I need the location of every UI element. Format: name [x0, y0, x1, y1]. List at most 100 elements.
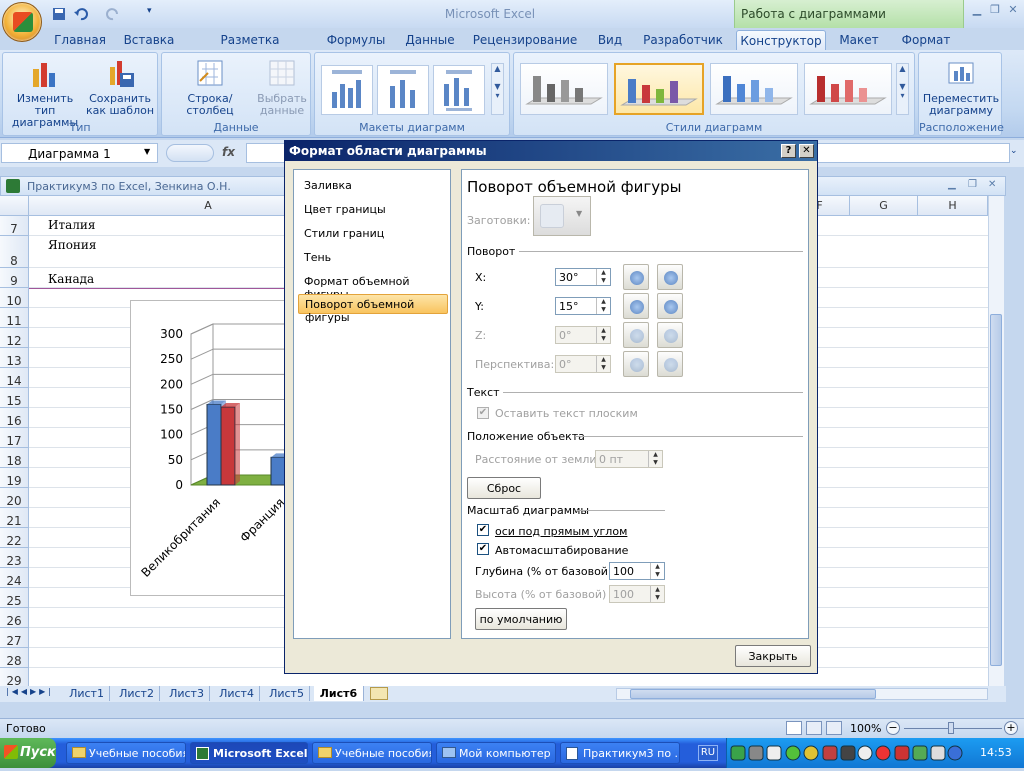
- rotate-down-icon[interactable]: [657, 293, 683, 319]
- layout-thumb-1[interactable]: [321, 65, 373, 115]
- tab-view[interactable]: Вид: [590, 30, 630, 50]
- tab-insert[interactable]: Вставка: [118, 30, 180, 50]
- perspective-input[interactable]: 0° ▲ ▼: [555, 355, 611, 373]
- insert-sheet-icon[interactable]: [370, 687, 388, 700]
- narrow-field-icon[interactable]: [623, 351, 649, 377]
- rotate-up-icon[interactable]: [623, 293, 649, 319]
- restore-icon[interactable]: ❐: [988, 3, 1002, 17]
- y-rotation-input[interactable]: 15° ▲ ▼: [555, 297, 611, 315]
- row-header[interactable]: 19: [0, 468, 29, 488]
- row-header[interactable]: 17: [0, 428, 29, 448]
- cell-a9[interactable]: Канада: [48, 272, 94, 286]
- rotate-ccw-icon[interactable]: [623, 322, 649, 348]
- row-header[interactable]: 20: [0, 488, 29, 508]
- rotate-cw-icon[interactable]: [657, 322, 683, 348]
- fx-icon[interactable]: fx: [222, 145, 242, 159]
- nav-border-styles[interactable]: Стили границ: [298, 224, 448, 244]
- name-box-dropdown-icon[interactable]: ▼: [144, 147, 150, 156]
- tab-format[interactable]: Формат: [896, 30, 956, 50]
- select-data-button[interactable]: Выбрать данные: [256, 57, 308, 117]
- column-header-h[interactable]: H: [918, 196, 988, 216]
- save-template-button[interactable]: Сохранить как шаблон: [85, 57, 155, 117]
- autoscale-checkbox[interactable]: ✔: [477, 543, 489, 555]
- wb-close-icon[interactable]: ✕: [988, 179, 996, 190]
- move-chart-button[interactable]: Переместить диаграмму: [921, 57, 1001, 117]
- rotate-left-icon[interactable]: [623, 264, 649, 290]
- nav-3d-format[interactable]: Формат объемной фигуры: [298, 272, 448, 301]
- row-header[interactable]: 10: [0, 288, 29, 308]
- nav-shadow[interactable]: Тень: [298, 248, 448, 268]
- spinner-arrows-icon[interactable]: ▲ ▼: [650, 586, 664, 602]
- save-icon[interactable]: [50, 5, 68, 21]
- reset-button[interactable]: Сброс: [467, 477, 541, 499]
- close-button[interactable]: Закрыть: [735, 645, 811, 667]
- rotate-right-icon[interactable]: [657, 264, 683, 290]
- help-icon[interactable]: ?: [781, 144, 796, 158]
- layout-thumb-2[interactable]: [377, 65, 429, 115]
- tab-developer[interactable]: Разработчик: [640, 30, 726, 50]
- tab-data[interactable]: Данные: [400, 30, 460, 50]
- sheet-nav-arrows-icon[interactable]: |◀◀▶▶|: [6, 687, 54, 696]
- row-header[interactable]: 26: [0, 608, 29, 628]
- row-header[interactable]: 18: [0, 448, 29, 468]
- row-header[interactable]: 16: [0, 408, 29, 428]
- row-header[interactable]: 29: [0, 668, 29, 688]
- layouts-scroll[interactable]: ▲ ▼ ▾: [491, 63, 504, 115]
- row-header[interactable]: 9: [0, 268, 29, 288]
- page-break-view-icon[interactable]: [826, 721, 842, 735]
- chart-style-multicolor[interactable]: [614, 63, 704, 115]
- horizontal-scroll-thumb[interactable]: [630, 689, 876, 699]
- sheet-tab-1[interactable]: Лист1: [64, 686, 110, 701]
- spinner-arrows-icon[interactable]: ▲ ▼: [596, 269, 610, 285]
- wb-minimize-icon[interactable]: ▁: [948, 179, 956, 190]
- row-header[interactable]: 21: [0, 508, 29, 528]
- tab-design[interactable]: Конструктор: [736, 30, 826, 50]
- nav-fill[interactable]: Заливка: [298, 176, 448, 196]
- close-icon[interactable]: ✕: [1006, 3, 1020, 17]
- sheet-tab-6[interactable]: Лист6: [314, 686, 364, 701]
- row-header[interactable]: 13: [0, 348, 29, 368]
- nav-3d-rotation[interactable]: Поворот объемной фигуры: [298, 294, 448, 324]
- x-rotation-input[interactable]: 30° ▲ ▼: [555, 268, 611, 286]
- row-header[interactable]: 23: [0, 548, 29, 568]
- tab-review[interactable]: Рецензирование: [470, 30, 580, 50]
- row-header[interactable]: 12: [0, 328, 29, 348]
- chart-style-blue[interactable]: [710, 63, 798, 115]
- row-header[interactable]: 24: [0, 568, 29, 588]
- presets-dropdown[interactable]: ▼: [533, 196, 591, 236]
- zoom-in-icon[interactable]: +: [1004, 721, 1018, 735]
- normal-view-icon[interactable]: [786, 721, 802, 735]
- formula-expand-icon[interactable]: ⌄: [1010, 146, 1018, 156]
- keep-text-flat-checkbox[interactable]: ✔: [477, 407, 489, 419]
- row-header[interactable]: 22: [0, 528, 29, 548]
- language-indicator[interactable]: RU: [698, 745, 718, 761]
- default-button[interactable]: по умолчанию: [475, 608, 567, 630]
- spinner-arrows-icon[interactable]: ▲ ▼: [650, 563, 664, 579]
- layout-thumb-3[interactable]: [433, 65, 485, 115]
- minimize-icon[interactable]: ▁: [970, 3, 984, 17]
- spinner-arrows-icon[interactable]: ▲ ▼: [596, 356, 610, 372]
- name-box[interactable]: Диаграмма 1: [1, 143, 158, 163]
- spinner-arrows-icon[interactable]: ▲ ▼: [596, 327, 610, 343]
- tab-layout[interactable]: Макет: [832, 30, 886, 50]
- tab-formulas[interactable]: Формулы: [322, 30, 390, 50]
- chart-style-red[interactable]: [804, 63, 892, 115]
- change-chart-type-button[interactable]: Изменить тип диаграммы: [7, 57, 83, 129]
- sheet-tab-3[interactable]: Лист3: [164, 686, 210, 701]
- row-header[interactable]: 15: [0, 388, 29, 408]
- height-input[interactable]: 100 ▲ ▼: [609, 585, 665, 603]
- row-header[interactable]: 28: [0, 648, 29, 668]
- row-header[interactable]: 27: [0, 628, 29, 648]
- tab-home[interactable]: Главная: [50, 30, 110, 50]
- depth-input[interactable]: 100 ▲ ▼: [609, 562, 665, 580]
- row-header[interactable]: 11: [0, 308, 29, 328]
- row-header[interactable]: 8: [0, 236, 29, 268]
- sheet-tab-5[interactable]: Лист5: [264, 686, 310, 701]
- sheet-tab-2[interactable]: Лист2: [114, 686, 160, 701]
- page-layout-view-icon[interactable]: [806, 721, 822, 735]
- styles-scroll[interactable]: ▲ ▼ ▾: [896, 63, 909, 115]
- spinner-arrows-icon[interactable]: ▲ ▼: [596, 298, 610, 314]
- chart-style-gray[interactable]: [520, 63, 608, 115]
- formula-bar-splitter[interactable]: [166, 144, 214, 162]
- spinner-arrows-icon[interactable]: ▲ ▼: [648, 451, 662, 467]
